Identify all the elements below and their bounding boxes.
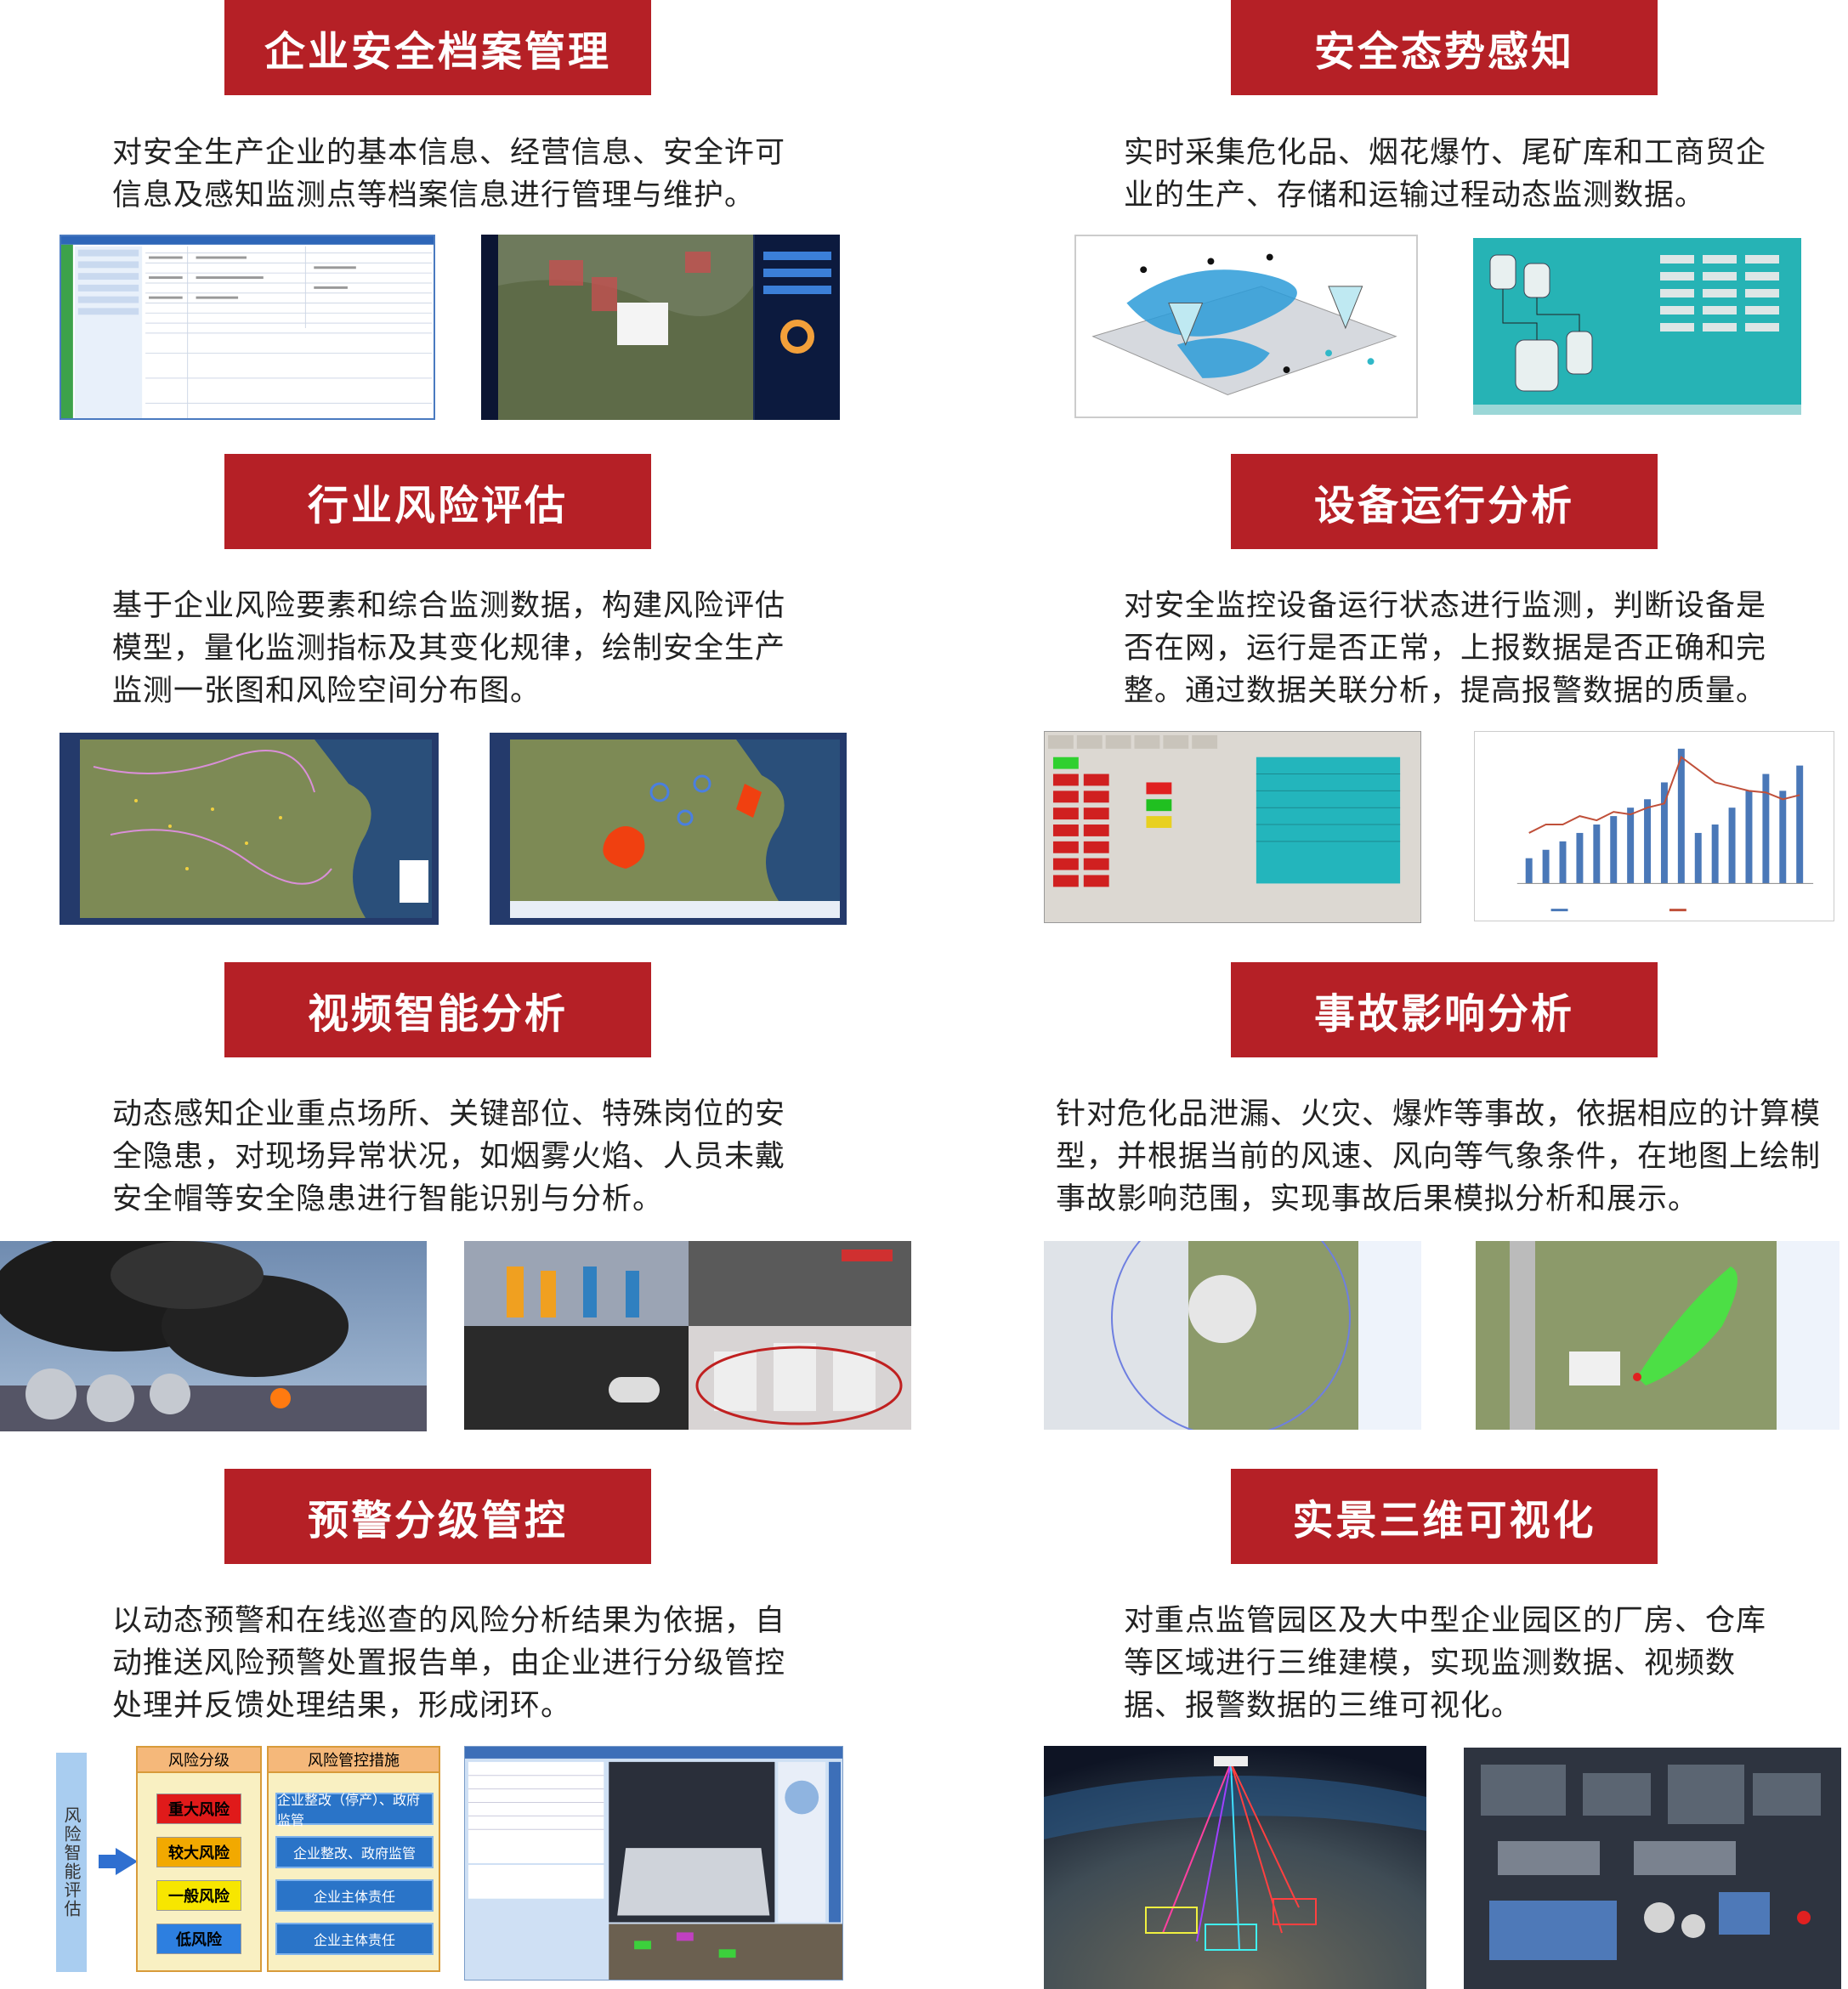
section-desc: 对安全生产企业的基本信息、经营信息、安全许可 信息及感知监测点等档案信息进行管理与… <box>112 136 786 212</box>
section-title-video-analysis: 视频智能分析 <box>224 962 651 1057</box>
risk-distribution-map <box>490 733 847 925</box>
warning-software-screenshot <box>464 1746 843 1980</box>
level-large: 较大风险 <box>156 1837 241 1867</box>
level-low: 低风险 <box>156 1924 241 1954</box>
situation-process-monitor <box>1473 238 1801 415</box>
section-title-industry-risk: 行业风险评估 <box>224 454 651 549</box>
section-title-warning-control: 预警分级管控 <box>224 1469 651 1564</box>
measure-item: 企业整改、政府监管 <box>275 1836 434 1868</box>
risk-map-screenshot <box>60 733 439 925</box>
archive-form-screenshot <box>60 235 435 420</box>
section-title-3d-visualization: 实景三维可视化 <box>1231 1469 1658 1564</box>
risk-flow-diagram: 风险智能评估 风险分级 重大风险 较大风险 一般风险 低风险 风险管控措施 企业… <box>56 1746 447 1975</box>
section-desc: 动态感知企业重点场所、关键部位、特殊岗位的安 全隐患，对现场异常状况，如烟雾火焰、… <box>112 1097 786 1216</box>
section-title-accident-impact: 事故影响分析 <box>1231 962 1658 1057</box>
section-desc: 对重点监管园区及大中型企业园区的厂房、仓库 等区域进行三维建模，实现监测数据、视频… <box>1124 1604 1767 1723</box>
accident-map-right <box>1476 1241 1839 1430</box>
accident-map-left <box>1044 1241 1421 1430</box>
level-major: 重大风险 <box>156 1794 241 1824</box>
level-general: 一般风险 <box>156 1880 241 1911</box>
archive-satellite-map <box>481 235 840 420</box>
situation-3d-diagram <box>1074 235 1418 418</box>
measure-item: 企业主体责任 <box>275 1879 434 1912</box>
section-title-equipment-analysis: 设备运行分析 <box>1231 454 1658 549</box>
arrow-icon <box>99 1848 138 1875</box>
section-desc: 对安全监控设备运行状态进行监测，判断设备是 否在网，运行是否正常，上报数据是否正确… <box>1124 589 1767 708</box>
worker-helmet-detection <box>464 1241 689 1430</box>
measure-item: 企业整改（停产）、政府监管 <box>275 1792 434 1828</box>
thermal-tank-monitor <box>689 1241 911 1430</box>
city-3d-aerial <box>1044 1746 1426 1989</box>
section-desc: 以动态预警和在线巡查的风险分析结果为依据，自 动推送风险预警处置报告单，由企业进行… <box>112 1604 786 1723</box>
flow-measures-header: 风险管控措施 <box>267 1746 440 1773</box>
flow-side-label: 风险智能评估 <box>56 1753 87 1972</box>
smoke-fire-photo <box>0 1241 427 1431</box>
section-desc: 基于企业风险要素和综合监测数据，构建风险评估 模型，量化监测指标及其变化规律，绘制… <box>112 589 786 708</box>
measure-item: 企业主体责任 <box>275 1923 434 1955</box>
equipment-data-chart <box>1474 731 1834 921</box>
section-desc: 针对危化品泄漏、火灾、爆炸等事故，依据相应的计算模 型，并根据当前的风速、风向等气… <box>1056 1097 1822 1216</box>
section-desc: 实时采集危化品、烟花爆竹、尾矿库和工商贸企 业的生产、存储和运输过程动态监测数据。 <box>1124 136 1767 212</box>
flow-levels-header: 风险分级 <box>136 1746 262 1773</box>
plant-3d-model <box>1464 1748 1841 1989</box>
section-title-enterprise-archive: 企业安全档案管理 <box>224 0 651 95</box>
equipment-status-panel <box>1044 731 1421 923</box>
section-title-safety-situation: 安全态势感知 <box>1231 0 1658 95</box>
